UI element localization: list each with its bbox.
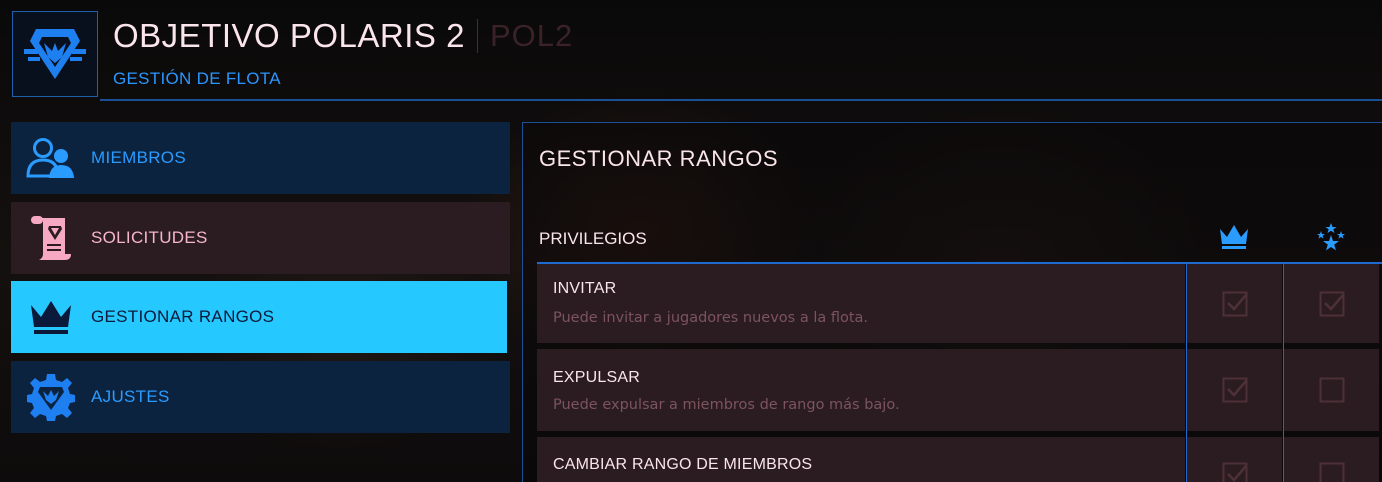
members-icon: [11, 122, 91, 194]
privilege-name: CAMBIAR RANGO DE MIEMBROS: [553, 456, 813, 473]
checked-checkbox-icon: [1222, 462, 1247, 482]
sidebar-item-label: MIEMBROS: [91, 148, 186, 167]
sidebar-item-manage-ranks[interactable]: GESTIONAR RANGOS: [11, 281, 507, 353]
column-divider: [1283, 263, 1284, 482]
rank-column-header-crown[interactable]: [1217, 222, 1251, 252]
header-divider: [100, 99, 1382, 101]
fleet-emblem-icon: [24, 29, 86, 79]
checked-checkbox-icon: [1319, 291, 1344, 316]
fleet-emblem: [12, 11, 98, 97]
privilege-row-change-rank: CAMBIAR RANGO DE MIEMBROS: [537, 437, 1185, 482]
privilege-description: Puede invitar a jugadores nuevos a la fl…: [553, 310, 869, 326]
page-subtitle: GESTIÓN DE FLOTA: [113, 69, 281, 88]
checkbox-change-rank-crown[interactable]: [1187, 437, 1282, 482]
unchecked-checkbox-icon: [1319, 462, 1344, 482]
sidebar-item-settings[interactable]: AJUSTES: [11, 361, 510, 433]
privilege-row-kick: EXPULSAR Puede expulsar a miembros de ra…: [537, 349, 1185, 431]
sidebar-item-requests[interactable]: SOLICITUDES: [11, 202, 510, 274]
checkbox-kick-stars[interactable]: [1284, 349, 1379, 431]
panel-title: GESTIONAR RANGOS: [539, 146, 779, 171]
checkbox-invite-stars[interactable]: [1284, 264, 1379, 343]
gear-icon: [11, 361, 91, 433]
fleet-tag: POL2: [489, 18, 574, 53]
privilege-row-invite: INVITAR Puede invitar a jugadores nuevos…: [537, 264, 1185, 343]
column-divider: [1186, 263, 1187, 482]
crown-icon: [11, 281, 91, 353]
unchecked-checkbox-icon: [1319, 377, 1344, 403]
title-divider: [476, 19, 478, 53]
checked-checkbox-icon: [1222, 291, 1247, 316]
sidebar-item-label: GESTIONAR RANGOS: [91, 307, 275, 326]
scroll-icon: [11, 202, 91, 274]
privilege-name: EXPULSAR: [553, 369, 640, 386]
crown-icon: [1220, 225, 1248, 249]
checkbox-invite-crown[interactable]: [1187, 264, 1282, 343]
rank-column-header-stars[interactable]: [1314, 222, 1348, 252]
stars-icon: [1317, 223, 1345, 251]
fleet-name: OBJETIVO POLARIS 2: [113, 17, 465, 54]
privilege-description: Puede expulsar a miembros de rango más b…: [553, 397, 900, 413]
privileges-header: PRIVILEGIOS: [539, 229, 647, 248]
privilege-name: INVITAR: [553, 280, 617, 297]
sidebar-item-label: SOLICITUDES: [91, 228, 208, 247]
checkbox-change-rank-stars[interactable]: [1284, 437, 1379, 482]
checkbox-kick-crown[interactable]: [1187, 349, 1282, 431]
fleet-title-row: OBJETIVO POLARIS 2 POL2: [113, 15, 573, 57]
sidebar-item-members[interactable]: MIEMBROS: [11, 122, 510, 194]
sidebar-item-label: AJUSTES: [91, 387, 170, 406]
checked-checkbox-icon: [1222, 377, 1247, 403]
